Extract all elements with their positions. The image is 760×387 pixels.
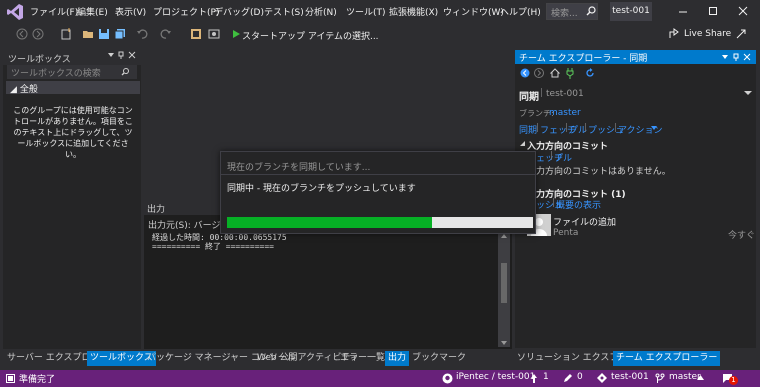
status-bar: 準備完了 iPentec / test-001 1 0 test-001 mas… [0,370,760,387]
dialog-message: 同期中 - 現在のブランチをプッシュしています [227,184,416,194]
output-source-label: 出力元(S): [148,221,191,231]
forward-icon[interactable] [534,68,544,78]
toolbar: スタートアップ アイテムの選択... Live Share [0,24,760,46]
menu-window[interactable]: ウィンドウ(W) [443,5,504,18]
menu-debug[interactable]: デバッグ(D) [214,5,264,18]
menu-analyze[interactable]: 分析(N) [305,5,337,18]
output-line: ========== 終了 ========== [152,242,274,251]
team-explorer-header: チーム エクスプローラー - 同期 [515,50,756,64]
menu-extensions[interactable]: 拡張機能(X) [389,5,438,18]
tab-bookmarks[interactable]: ブックマーク [409,351,469,366]
menu-edit[interactable]: 編集(E) [77,5,108,18]
close-icon[interactable] [128,51,136,59]
menu-help[interactable]: ヘルプ(H) [500,5,541,18]
chevron-down-icon: ◢ [10,85,17,95]
incoming-pull-link[interactable]: プル [554,151,572,164]
vertical-scrollbar[interactable] [498,233,510,347]
toolbox-empty-message: このグループには使用可能なコントロールがありません。項目をこのテキスト上にドラッ… [13,106,133,159]
page-title: 同期 [519,92,539,103]
menu-bar: ファイル(F) 編集(E) 表示(V) プロジェクト(P) デバッグ(D) テス… [0,0,760,24]
output-source[interactable]: 出力元(S): バージ [148,218,220,231]
start-icon[interactable] [230,28,242,40]
toolbox-header: ツールボックス [3,49,141,65]
search-icon[interactable] [586,6,596,16]
menu-view[interactable]: 表示(V) [115,5,146,18]
chevron-down-icon[interactable] [651,126,657,131]
feedback-icon[interactable] [735,28,747,40]
tab-team-explorer[interactable]: チーム エクスプローラー [613,351,721,366]
menu-project[interactable]: プロジェクト(P) [153,5,219,18]
chevron-up-icon[interactable] [697,375,704,380]
toolbox-search-input[interactable]: ツールボックスの検索 [7,65,137,79]
progress-bar [227,217,533,228]
undo-icon[interactable] [136,28,148,40]
pencil-icon[interactable] [563,373,573,383]
maximize-icon[interactable] [706,4,720,18]
status-icon [6,374,15,383]
toolbox-group-general[interactable]: ◢ 全般 [6,81,140,95]
minimize-icon[interactable] [676,4,690,18]
save-all-icon[interactable] [114,28,126,40]
tab-output[interactable]: 出力 [385,351,410,366]
home-icon[interactable] [550,68,560,78]
back-icon[interactable] [520,68,530,78]
output-source-value[interactable]: バージ [194,221,221,231]
status-edit-count[interactable]: 0 [577,372,583,382]
dropdown-icon[interactable] [107,51,115,59]
view-details-link[interactable]: 概要の表示 [556,198,601,211]
dialog-title: 現在のブランチを同期しています... [227,163,371,173]
status-up-count[interactable]: 1 [543,372,549,382]
group-label: 全般 [19,85,38,95]
menu-test[interactable]: テスト(S) [264,5,304,18]
solution-name: test-001 [610,2,652,21]
sync-progress-dialog: 現在のブランチを同期しています... 同期中 - 現在のブランチをプッシュしてい… [220,151,536,234]
up-arrow-icon[interactable] [530,373,538,384]
menu-tools[interactable]: ツール(T) [346,5,386,18]
save-icon[interactable] [98,28,110,40]
progress-fill [227,217,433,228]
divider [221,174,535,175]
status-project[interactable]: test-001 [611,372,649,382]
menu-file[interactable]: ファイル(F) [30,5,78,18]
live-share-icon[interactable] [668,28,680,40]
screenshot-icon[interactable] [208,28,220,40]
repo-name: test-001 [546,89,584,99]
back-icon[interactable] [16,28,28,40]
repo-icon[interactable] [597,373,607,383]
team-explorer-panel: チーム エクスプローラー - 同期 同期 | test-001 ブランチ: ma… [515,50,756,348]
commit-time: 今すぐ [728,231,756,241]
notification-count-badge: 1 [729,376,738,385]
team-explorer-icon[interactable] [190,28,202,40]
pin-icon[interactable] [732,53,740,61]
close-icon[interactable] [736,4,750,18]
commit-message[interactable]: ファイルの追加 [553,215,616,228]
close-icon[interactable] [743,53,751,61]
live-share-button[interactable]: Live Share [684,29,731,39]
status-ready: 準備完了 [19,375,56,385]
visual-studio-logo-icon[interactable] [6,3,24,21]
branch-icon[interactable] [655,373,665,384]
dropdown-icon[interactable] [721,53,729,61]
new-project-icon[interactable] [60,28,72,40]
connect-icon[interactable] [565,67,575,79]
startup-item-selector[interactable]: スタートアップ アイテムの選択... [242,29,379,42]
collapse-icon[interactable] [519,140,526,147]
forward-icon[interactable] [32,28,44,40]
chevron-down-icon[interactable] [744,90,752,96]
redo-icon[interactable] [160,28,172,40]
branch-link[interactable]: master [549,108,581,118]
toolbox-title: ツールボックス [8,55,71,65]
github-icon[interactable] [442,373,453,384]
toolbox-panel: ツールボックス ツールボックスの検索 ◢ 全般 このグループには使用可能なコントロ… [3,49,141,349]
status-repo[interactable]: iPentec / test-001 [456,372,535,382]
pin-icon[interactable] [117,51,125,59]
open-folder-icon[interactable] [82,28,94,40]
commit-author: Penta [553,228,579,238]
team-explorer-title: チーム エクスプローラー - 同期 [519,54,648,64]
refresh-icon[interactable] [585,68,595,78]
incoming-empty-message: 入力方向のコミットはありません。 [527,167,671,177]
sync-link[interactable]: 同期 [519,123,537,136]
search-icon[interactable] [121,67,130,76]
status-branch[interactable]: master [669,372,701,382]
